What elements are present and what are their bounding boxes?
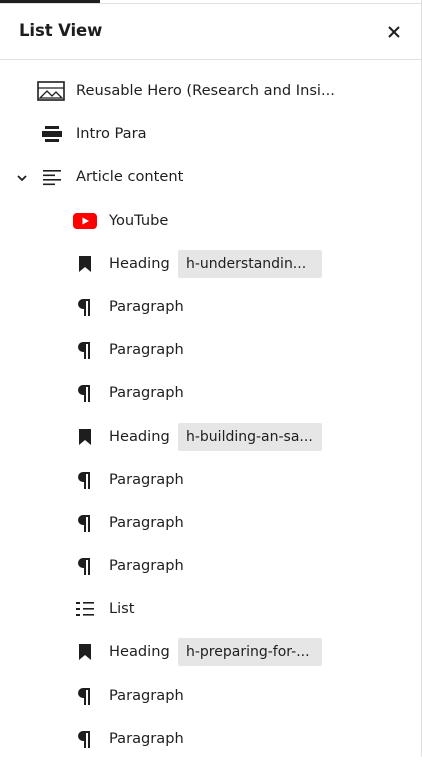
panel-title: List View: [19, 21, 103, 40]
pilcrow-icon: [73, 338, 97, 362]
tree-item-label: Paragraph: [109, 341, 184, 359]
tree-item-label: YouTube: [109, 211, 169, 229]
image-icon: [37, 79, 65, 103]
bookmark-icon: [73, 425, 97, 449]
tree-item-label: Intro Para: [76, 125, 147, 143]
tree-item-paragraph[interactable]: Paragraph: [0, 329, 421, 372]
tree-item-label: Heading: [109, 427, 170, 445]
pilcrow-icon: [73, 684, 97, 708]
tree-item-label: Paragraph: [109, 513, 184, 531]
youtube-icon: [73, 209, 97, 233]
pilcrow-icon: [73, 468, 97, 492]
tree-item-label: Paragraph: [109, 297, 184, 315]
tree-item-paragraph[interactable]: Paragraph: [0, 675, 421, 718]
pilcrow-icon: [73, 554, 97, 578]
tree-item-label: Paragraph: [109, 729, 184, 747]
tree-item-label: Paragraph: [109, 686, 184, 704]
tree-item-label: List: [109, 600, 135, 618]
panel-header: List View: [0, 4, 421, 60]
tree-item-youtube[interactable]: YouTube: [0, 200, 421, 243]
tree-item-heading[interactable]: Heading h-understandin...: [0, 243, 421, 286]
tree-item-paragraph[interactable]: Paragraph: [0, 286, 421, 329]
tree-item-paragraph[interactable]: Paragraph: [0, 372, 421, 415]
tree-item-heading[interactable]: Heading h-preparing-for-...: [0, 631, 421, 674]
close-button[interactable]: [380, 18, 408, 46]
tree-item-label: Paragraph: [109, 557, 184, 575]
tree-item-heading[interactable]: Heading h-building-an-sa...: [0, 416, 421, 459]
tree-item-label: Paragraph: [109, 384, 184, 402]
tree-item-label: Article content: [76, 168, 184, 186]
pilcrow-icon: [73, 511, 97, 535]
tree-item-label: Reusable Hero (Research and Insi...: [76, 82, 335, 99]
anchor-badge: h-understandin...: [178, 249, 322, 278]
tree-item-paragraph[interactable]: Paragraph: [0, 502, 421, 545]
list-icon: [73, 597, 97, 621]
tree-item-label: Heading: [109, 254, 170, 272]
bookmark-icon: [73, 640, 97, 664]
anchor-badge: h-preparing-for-...: [178, 638, 322, 667]
tree-item-label: Heading: [109, 643, 170, 661]
block-tree: Reusable Hero (Research and Insi... Intr…: [0, 70, 421, 761]
bookmark-icon: [73, 252, 97, 276]
anchor-badge: h-building-an-sa...: [178, 422, 322, 451]
pilcrow-icon: [73, 295, 97, 319]
tree-item-list[interactable]: List: [0, 588, 421, 631]
block-icon: [40, 122, 64, 146]
tree-item-reusable-hero[interactable]: Reusable Hero (Research and Insi...: [0, 70, 421, 113]
tree-item-paragraph[interactable]: Paragraph: [0, 459, 421, 502]
tree-item-intro-para[interactable]: Intro Para: [0, 113, 421, 156]
tree-item-article-content[interactable]: Article content: [0, 156, 421, 199]
tree-item-paragraph[interactable]: Paragraph: [0, 718, 421, 761]
close-icon: [388, 26, 400, 38]
paragraph-lines-icon: [40, 165, 64, 189]
pilcrow-icon: [73, 381, 97, 405]
tree-item-label: Paragraph: [109, 470, 184, 488]
chevron-down-icon[interactable]: [15, 170, 29, 184]
pilcrow-icon: [73, 727, 97, 751]
tree-item-paragraph[interactable]: Paragraph: [0, 545, 421, 588]
